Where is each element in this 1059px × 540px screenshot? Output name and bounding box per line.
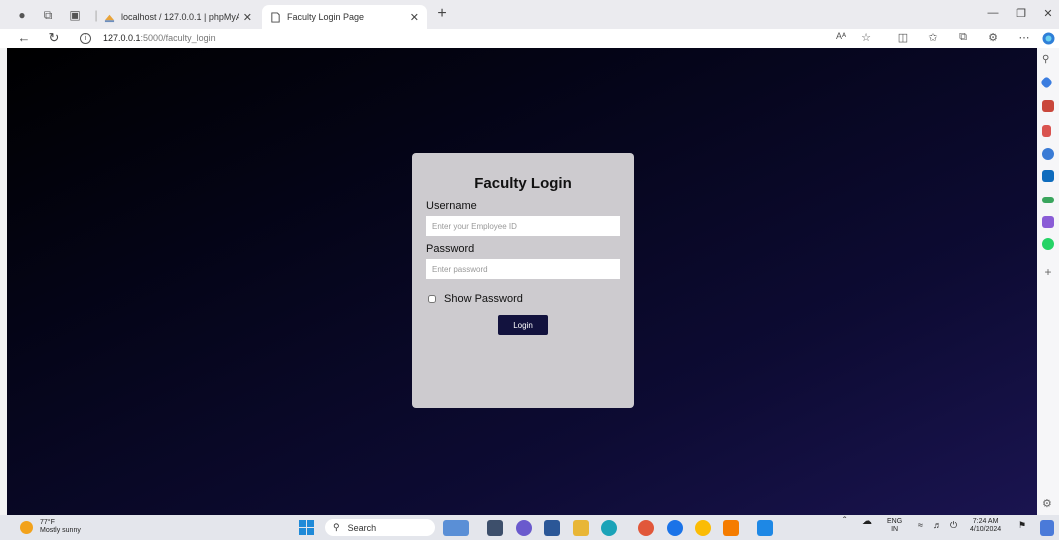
onedrive-icon[interactable]: ☁ [862, 517, 872, 527]
vscode-icon[interactable] [757, 520, 773, 536]
favorites-bar-icon[interactable]: ✩ [925, 31, 941, 44]
show-password-checkbox[interactable] [428, 295, 436, 303]
close-window-icon[interactable]: ✕ [1040, 7, 1056, 20]
task-view-icon[interactable] [487, 520, 503, 536]
search-icon[interactable]: ⚲ [1042, 54, 1054, 66]
split-screen-icon[interactable]: ◫ [895, 31, 911, 44]
tab-strip: ● ⧉ ▣ | localhost / 127.0.0.1 | phpMyAdm… [0, 0, 1059, 29]
add-sidebar-app-icon[interactable]: + [1042, 266, 1054, 278]
show-hidden-icons-icon[interactable]: ˆ [843, 517, 846, 527]
weather-desc: Mostly sunny [40, 527, 81, 534]
collections-icon[interactable]: ⧉ [955, 31, 971, 44]
firefox-icon[interactable] [638, 520, 654, 536]
weather-temp: 77°F [40, 519, 55, 526]
close-tab-icon[interactable]: ✕ [243, 11, 252, 24]
refresh-icon[interactable]: ↻ [46, 30, 62, 46]
address-bar[interactable]: i 127.0.0.1:5000/faculty_login [80, 30, 820, 47]
username-input[interactable] [426, 216, 620, 236]
navigation-bar: ← ↻ i 127.0.0.1:5000/faculty_login Aᴬ ☆ … [0, 29, 1059, 48]
toolbox-icon[interactable] [1042, 100, 1054, 112]
more-icon[interactable]: ⋯ [1016, 31, 1032, 44]
password-label: Password [426, 243, 475, 255]
wifi-icon[interactable]: ≈ [918, 521, 923, 530]
show-password-label: Show Password [444, 293, 523, 305]
language-indicator[interactable]: ENG IN [887, 518, 902, 534]
info-icon[interactable]: i [80, 33, 91, 44]
volume-icon[interactable]: ♬ [933, 521, 942, 530]
phpmyadmin-icon [104, 14, 115, 22]
edge-icon[interactable] [601, 520, 617, 536]
tab-faculty-login[interactable]: Faculty Login Page ✕ [262, 5, 427, 29]
page-viewport: Faculty Login Username Password Show Pas… [7, 48, 1037, 515]
time: 7:24 AM [972, 518, 999, 525]
browser-sidebar: ⚲ + ⚙ [1037, 48, 1059, 515]
lang-bottom: IN [891, 526, 899, 533]
tag-icon[interactable] [1040, 76, 1053, 89]
extensions-icon[interactable]: ⚙ [985, 31, 1001, 44]
tab-title: Faculty Login Page [287, 12, 365, 22]
xampp-icon[interactable] [723, 520, 739, 536]
sidebar-settings-icon[interactable]: ⚙ [1042, 498, 1054, 510]
url-host: 127.0.0.1 [103, 33, 141, 43]
back-icon[interactable]: ← [16, 30, 32, 46]
taskbar: 77°F Mostly sunny ⚲ Search ˆ ☁ ENG IN ≈ … [0, 515, 1059, 540]
file-explorer-icon[interactable] [573, 520, 589, 536]
login-title: Faculty Login [474, 175, 572, 192]
taskbar-search[interactable]: ⚲ Search [325, 519, 435, 536]
url-path: :5000/faculty_login [140, 33, 216, 43]
login-card: Faculty Login Username Password Show Pas… [412, 153, 634, 408]
browser-icon[interactable] [667, 520, 683, 536]
password-input[interactable] [426, 259, 620, 279]
widgets-icon[interactable] [443, 520, 469, 536]
search-icon: ⚲ [333, 522, 340, 532]
tab-title: localhost / 127.0.0.1 | phpMyAdm [121, 12, 239, 22]
lang-top: ENG [887, 518, 903, 525]
windows-start-icon[interactable] [299, 520, 314, 535]
tab-actions-icon[interactable]: ▣ [67, 7, 83, 23]
chrome-icon[interactable] [695, 520, 711, 536]
profile-icon[interactable]: ● [14, 7, 30, 23]
notification-icon[interactable]: ⚑ [1018, 521, 1026, 530]
weather-icon [20, 520, 33, 534]
teams-icon[interactable] [1042, 216, 1054, 228]
microsoft-365-icon[interactable] [1042, 148, 1054, 160]
username-label: Username [426, 200, 477, 212]
outlook-icon[interactable] [1042, 170, 1054, 182]
show-password-row: Show Password [426, 293, 620, 305]
battery-icon[interactable]: ⏻ [950, 521, 957, 530]
store-icon[interactable] [544, 520, 560, 536]
login-button[interactable]: Login [498, 315, 548, 335]
copilot-icon[interactable] [1042, 32, 1055, 45]
read-aloud-icon[interactable]: Aᴬ [833, 31, 849, 41]
tab-phpmyadmin[interactable]: localhost / 127.0.0.1 | phpMyAdm ✕ [96, 5, 260, 29]
games-icon[interactable] [1042, 125, 1051, 137]
shopping-icon[interactable] [1042, 197, 1054, 203]
minimize-icon[interactable]: — [985, 7, 1001, 19]
chat-icon[interactable] [516, 520, 532, 536]
weather-widget[interactable]: 77°F Mostly sunny [20, 519, 81, 535]
new-tab-button[interactable]: + [432, 5, 452, 23]
date: 4/10/2024 [970, 526, 1002, 533]
workspaces-icon[interactable]: ⧉ [40, 7, 56, 23]
close-tab-icon[interactable]: ✕ [410, 11, 419, 24]
whatsapp-icon[interactable] [1042, 238, 1054, 250]
clock[interactable]: 7:24 AM 4/10/2024 [970, 518, 1001, 534]
search-label: Search [347, 522, 377, 533]
favorite-icon[interactable]: ☆ [858, 31, 874, 44]
maximize-icon[interactable]: ❐ [1013, 7, 1029, 20]
copilot-taskbar-icon[interactable] [1040, 520, 1054, 536]
page-icon [271, 11, 280, 23]
